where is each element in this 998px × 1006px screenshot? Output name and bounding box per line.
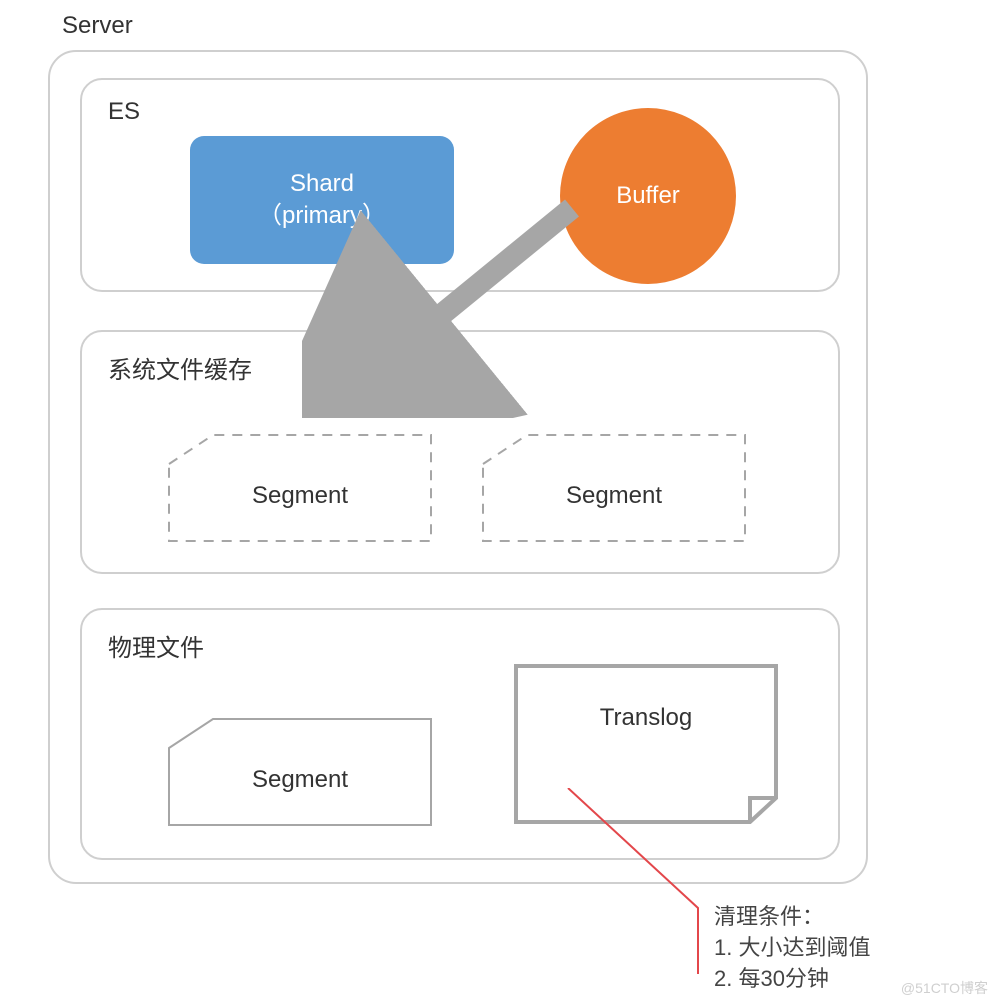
- cache-box: 系统文件缓存 Segment Segment: [80, 330, 840, 574]
- callout-item-1: 1. 大小达到阈值: [714, 933, 870, 964]
- segment-cache-2-label: Segment: [482, 482, 746, 510]
- cache-label: 系统文件缓存: [108, 350, 252, 385]
- server-label: Server: [62, 12, 133, 40]
- segment-physical: Segment: [168, 718, 432, 826]
- callout-title: 清理条件：: [714, 902, 870, 933]
- es-label: ES: [108, 98, 140, 126]
- segment-cache-1: Segment: [168, 434, 432, 542]
- buffer-node: Buffer: [560, 108, 736, 284]
- buffer-label: Buffer: [616, 182, 680, 210]
- shard-line2: （primary）: [190, 200, 454, 232]
- segment-cache-2: Segment: [482, 434, 746, 542]
- callout-text: 清理条件： 1. 大小达到阈值 2. 每30分钟: [714, 902, 870, 994]
- segment-physical-label: Segment: [168, 766, 432, 794]
- segment-cache-1-label: Segment: [168, 482, 432, 510]
- shard-primary: Shard （primary）: [190, 136, 454, 264]
- server-box: ES Shard （primary） Buffer 系统文件缓存 Segment…: [48, 50, 868, 884]
- translog-label: Translog: [514, 704, 778, 732]
- shard-line1: Shard: [190, 168, 454, 200]
- es-box: ES Shard （primary） Buffer: [80, 78, 840, 292]
- translog-node: Translog: [514, 664, 778, 824]
- physical-box: 物理文件 Segment Translog: [80, 608, 840, 860]
- callout-item-2: 2. 每30分钟: [714, 964, 870, 995]
- physical-label: 物理文件: [108, 628, 204, 663]
- watermark: @51CTO博客: [901, 978, 988, 998]
